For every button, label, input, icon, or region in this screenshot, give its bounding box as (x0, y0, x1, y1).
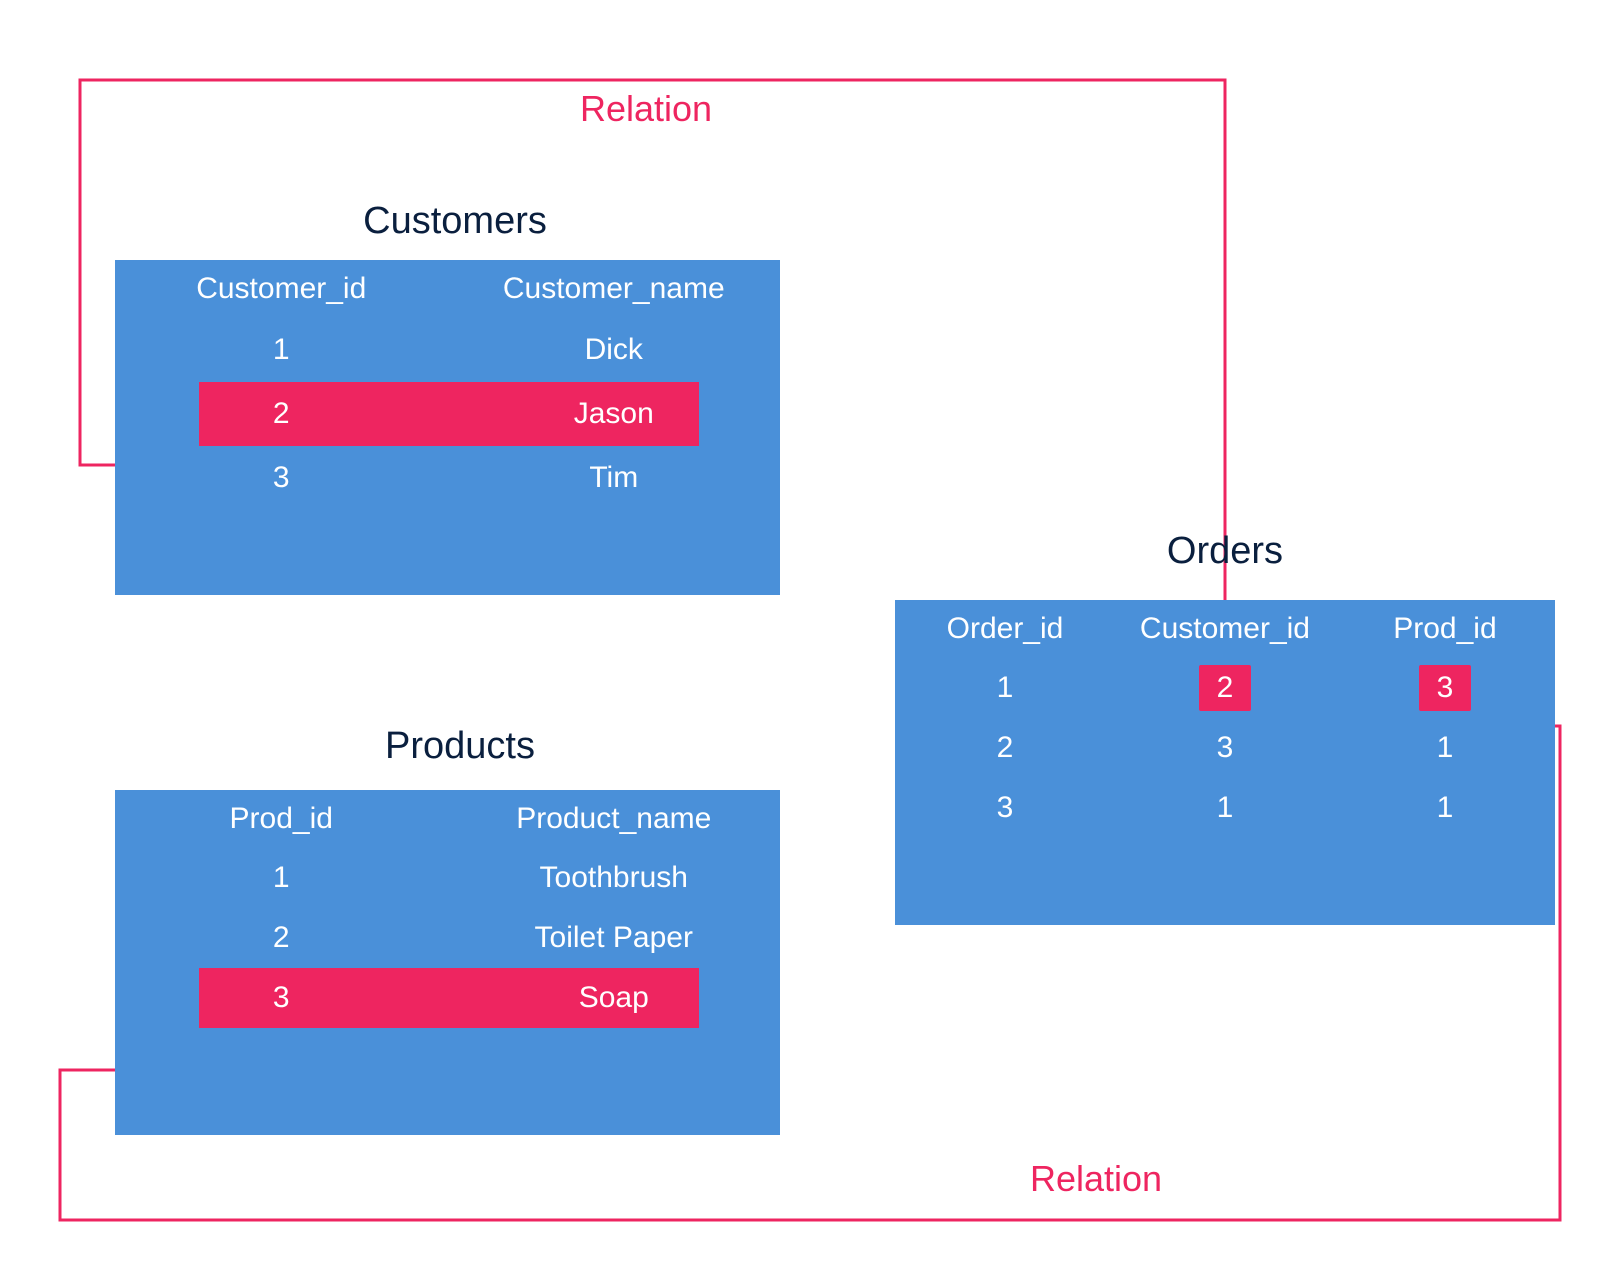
products-header-id: Prod_id (115, 802, 448, 836)
products-cell-name: Toothbrush (448, 861, 781, 895)
customers-row: 3Tim (115, 446, 780, 510)
orders-cell-customerid: 2 (1115, 665, 1335, 711)
products-cell-id: 1 (115, 861, 448, 895)
customers-table: Customer_id Customer_name 1Dick2Jason3Ti… (115, 260, 780, 595)
orders-cell-customerid: 3 (1115, 731, 1335, 765)
customers-header-id: Customer_id (115, 272, 448, 306)
orders-cell-orderid: 1 (895, 671, 1115, 705)
orders-table: Order_id Customer_id Prod_id 123231311 (895, 600, 1555, 925)
orders-header-row: Order_id Customer_id Prod_id (895, 600, 1555, 658)
products-row: 2Toilet Paper (115, 908, 780, 968)
customers-cell-id: 3 (115, 461, 448, 495)
products-header-row: Prod_id Product_name (115, 790, 780, 848)
customers-cell-id: 1 (115, 333, 448, 367)
orders-row: 231 (895, 718, 1555, 778)
relation-label-bottom: Relation (1030, 1158, 1162, 1200)
orders-cell-prodid: 3 (1335, 665, 1555, 711)
customers-row: 1Dick (115, 318, 780, 382)
orders-header-prodid: Prod_id (1335, 612, 1555, 646)
products-cell-id: 2 (115, 921, 448, 955)
orders-row: 311 (895, 778, 1555, 838)
orders-title: Orders (1145, 530, 1305, 573)
customers-row: 2Jason (115, 382, 780, 446)
products-cell-id: 3 (115, 981, 448, 1015)
products-row: 1Toothbrush (115, 848, 780, 908)
highlight-cell: 2 (1199, 665, 1252, 711)
orders-header-customerid: Customer_id (1115, 612, 1335, 646)
products-header-name: Product_name (448, 802, 781, 836)
customers-header-row: Customer_id Customer_name (115, 260, 780, 318)
customers-cell-name: Dick (448, 333, 781, 367)
orders-header-orderid: Order_id (895, 612, 1115, 646)
products-table: Prod_id Product_name 1Toothbrush2Toilet … (115, 790, 780, 1135)
products-cell-name: Soap (448, 981, 781, 1015)
highlight-cell: 3 (1419, 665, 1472, 711)
customers-cell-name: Jason (448, 397, 781, 431)
products-row: 3Soap (115, 968, 780, 1028)
customers-cell-id: 2 (115, 397, 448, 431)
customers-cell-name: Tim (448, 461, 781, 495)
diagram-canvas: Relation Relation Customers Customer_id … (0, 0, 1600, 1280)
customers-title: Customers (335, 200, 575, 243)
products-cell-name: Toilet Paper (448, 921, 781, 955)
customers-header-name: Customer_name (448, 272, 781, 306)
orders-row: 1 2 3 (895, 658, 1555, 718)
orders-cell-orderid: 3 (895, 791, 1115, 825)
orders-cell-customerid: 1 (1115, 791, 1335, 825)
orders-cell-prodid: 1 (1335, 791, 1555, 825)
orders-cell-prodid: 1 (1335, 731, 1555, 765)
products-title: Products (360, 725, 560, 768)
orders-cell-orderid: 2 (895, 731, 1115, 765)
relation-label-top: Relation (580, 88, 712, 130)
